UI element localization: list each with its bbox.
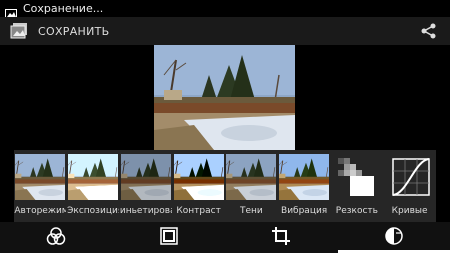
filter-label: Вибрация <box>281 206 328 216</box>
photos-icon[interactable] <box>10 22 30 40</box>
editor-tab-bar <box>0 222 450 253</box>
filter-thumbnail <box>15 154 66 200</box>
status-bar: Сохранение... <box>0 0 450 19</box>
filter-contrast[interactable]: Контраст <box>172 150 225 222</box>
filter-thumbnail <box>120 154 171 200</box>
filter-label: Кривые <box>391 206 428 216</box>
tab-filters[interactable] <box>0 222 112 253</box>
filter-strip[interactable]: Авторежим Экспозиция иньетировани Контра… <box>14 150 436 222</box>
filter-thumbnail <box>173 154 224 200</box>
photo-canvas <box>0 45 450 150</box>
filter-label: Тени <box>239 206 263 216</box>
sharpness-icon <box>331 154 382 200</box>
filter-thumbnail <box>68 154 119 200</box>
filter-label: Контраст <box>176 206 221 216</box>
tab-adjust[interactable] <box>337 222 450 253</box>
crop-icon <box>271 226 291 250</box>
adjust-icon <box>384 226 404 250</box>
filter-thumbnail <box>279 154 330 200</box>
filter-label: Резкость <box>335 206 378 216</box>
save-button[interactable]: СОХРАНИТЬ <box>38 25 110 38</box>
tab-borders[interactable] <box>113 222 225 253</box>
action-bar: СОХРАНИТЬ <box>0 17 450 45</box>
borders-icon <box>159 226 179 250</box>
status-text: Сохранение... <box>23 2 104 15</box>
filter-thumbnail <box>226 154 277 200</box>
filter-sharpness[interactable]: Резкость <box>331 150 384 222</box>
filters-icon <box>46 226 66 250</box>
tab-crop[interactable] <box>225 222 337 253</box>
image-icon <box>5 4 17 19</box>
filter-vignette[interactable]: иньетировани <box>120 150 173 222</box>
edited-photo[interactable] <box>154 45 295 150</box>
filter-vibrance[interactable]: Вибрация <box>278 150 331 222</box>
filter-autocolor[interactable]: Авторежим <box>14 150 67 222</box>
share-icon[interactable] <box>420 22 438 40</box>
filter-curves[interactable]: Кривые <box>383 150 436 222</box>
filter-label: Экспозиция <box>67 206 120 216</box>
filter-label: иньетировани <box>119 206 172 216</box>
filter-shadows[interactable]: Тени <box>225 150 278 222</box>
filter-exposure[interactable]: Экспозиция <box>67 150 120 222</box>
filter-label: Авторежим <box>14 206 67 216</box>
curves-icon <box>384 154 435 200</box>
